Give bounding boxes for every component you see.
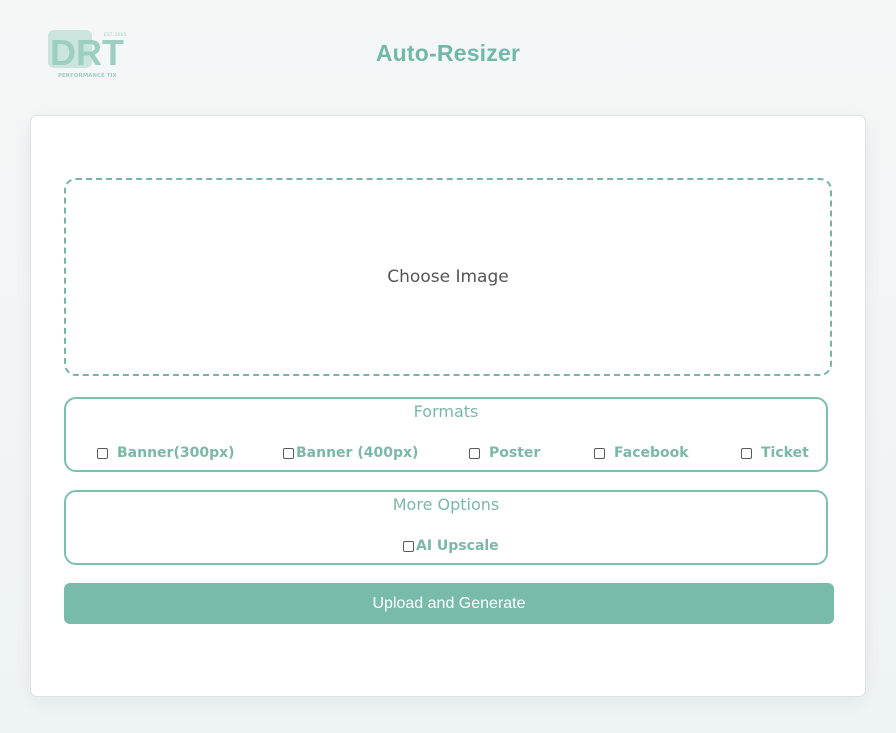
upload-and-generate-label: Upload and Generate — [372, 594, 526, 612]
more-options-legend: More Options — [392, 495, 500, 514]
poster-checkbox[interactable] — [469, 447, 480, 459]
image-dropzone[interactable]: Choose Image — [64, 178, 832, 376]
ai-upscale-checkbox[interactable] — [403, 540, 414, 552]
format-option-facebook[interactable]: Facebook — [594, 445, 689, 461]
svg-text:EST. 2015: EST. 2015 — [104, 32, 126, 38]
upload-and-generate-button[interactable]: Upload and Generate — [64, 583, 834, 624]
banner-400-label: Banner (400px) — [296, 445, 419, 461]
format-option-banner-300[interactable]: Banner(300px) — [97, 445, 235, 461]
more-options-group: More Options AI Upscale — [64, 490, 828, 565]
ticket-label: Ticket — [761, 445, 809, 461]
banner-300-label: Banner(300px) — [117, 445, 235, 461]
banner-400-checkbox[interactable] — [283, 447, 294, 459]
svg-text:PERFORMANCE TIX: PERFORMANCE TIX — [58, 73, 118, 79]
ticket-checkbox[interactable] — [741, 447, 752, 459]
banner-300-checkbox[interactable] — [97, 447, 108, 459]
facebook-checkbox[interactable] — [594, 447, 605, 459]
formats-group: Formats Banner(300px) Banner (400px) Pos… — [64, 397, 828, 472]
format-option-poster[interactable]: Poster — [469, 445, 540, 461]
facebook-label: Facebook — [614, 445, 689, 461]
formats-legend: Formats — [413, 402, 479, 421]
format-option-ticket[interactable]: Ticket — [741, 445, 809, 461]
ai-upscale-label: AI Upscale — [416, 538, 499, 554]
format-option-banner-400[interactable]: Banner (400px) — [283, 445, 418, 461]
page-title: Auto-Resizer — [375, 40, 521, 66]
choose-image-label: Choose Image — [387, 267, 509, 287]
poster-label: Poster — [489, 445, 541, 461]
upload-card: Choose Image Formats Banner(300px) Banne… — [30, 115, 866, 697]
option-ai-upscale[interactable]: AI Upscale — [403, 538, 499, 554]
